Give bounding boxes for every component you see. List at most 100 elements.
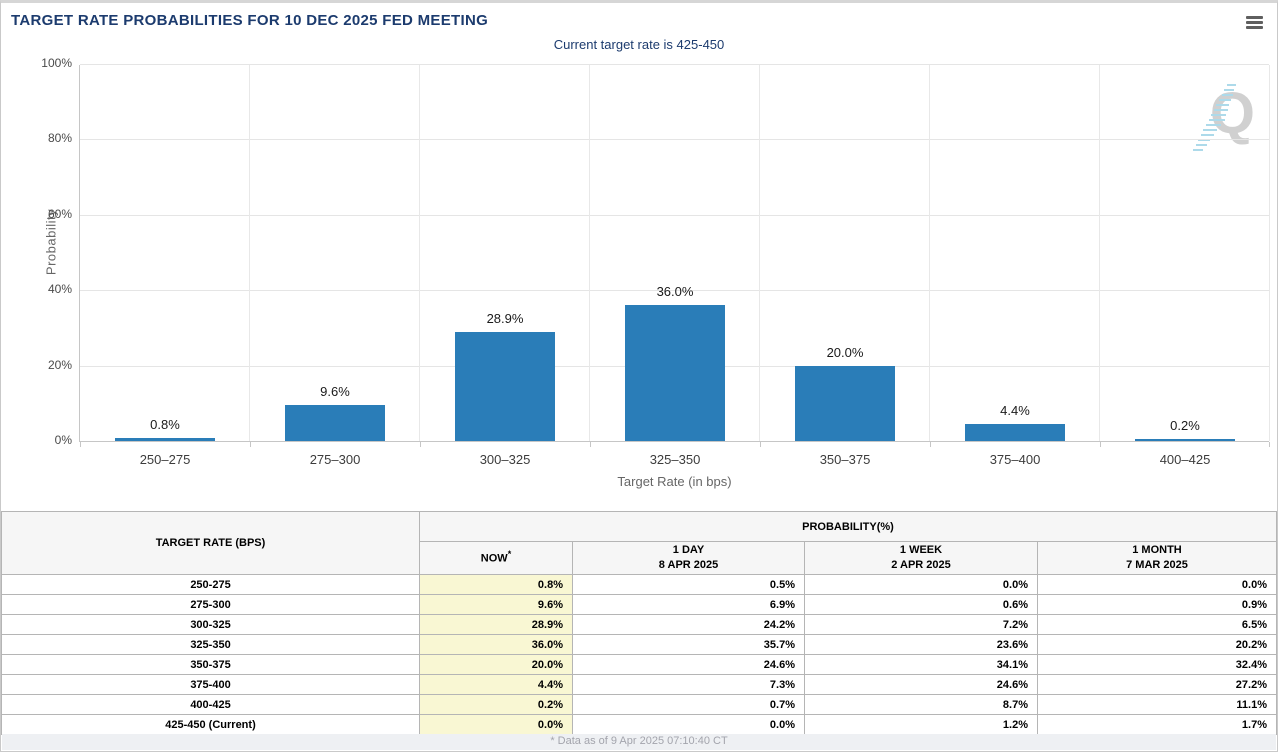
chart-bar-350–375[interactable] bbox=[795, 366, 895, 441]
chart-bar-300–325[interactable] bbox=[455, 332, 555, 441]
logo-dash bbox=[1211, 114, 1226, 116]
week1-probability-cell: 24.6% bbox=[805, 675, 1038, 695]
y-axis-tick-label: 60% bbox=[16, 207, 72, 221]
page-title: TARGET RATE PROBABILITIES FOR 10 DEC 202… bbox=[11, 12, 488, 29]
day1-probability-cell: 0.0% bbox=[573, 715, 805, 735]
x-axis-tick bbox=[760, 442, 761, 447]
logo-dash bbox=[1201, 134, 1214, 136]
bar-value-label: 36.0% bbox=[657, 284, 694, 299]
now-probability-cell: 0.8% bbox=[420, 575, 573, 595]
rate-cell: 250-275 bbox=[2, 575, 420, 595]
hamburger-menu-icon[interactable] bbox=[1246, 16, 1263, 31]
probability-table: TARGET RATE (BPS) PROBABILITY(%) NOW* 1 … bbox=[1, 511, 1277, 735]
asterisk-note-marker: * bbox=[508, 549, 512, 559]
month1-probability-cell: 32.4% bbox=[1038, 655, 1277, 675]
x-axis-tick bbox=[1269, 442, 1270, 447]
x-axis-category-label: 300–325 bbox=[480, 452, 531, 467]
month1-probability-cell: 27.2% bbox=[1038, 675, 1277, 695]
plot-area: Probability Target Rate (in bps) Q 0%20%… bbox=[79, 65, 1269, 442]
col-header-1month: 1 MONTH7 MAR 2025 bbox=[1038, 542, 1277, 575]
table-row: 350-37520.0%24.6%34.1%32.4% bbox=[2, 655, 1277, 675]
gridline bbox=[80, 215, 1269, 216]
day1-probability-cell: 0.5% bbox=[573, 575, 805, 595]
rate-cell: 400-425 bbox=[2, 695, 420, 715]
table-row: 425-450 (Current)0.0%0.0%1.2%1.7% bbox=[2, 715, 1277, 735]
bar-value-label: 0.2% bbox=[1170, 418, 1200, 433]
gridline bbox=[929, 65, 930, 441]
day1-probability-cell: 7.3% bbox=[573, 675, 805, 695]
bar-value-label: 0.8% bbox=[150, 417, 180, 432]
logo-dash bbox=[1216, 104, 1229, 106]
chart-bar-400–425[interactable] bbox=[1135, 439, 1235, 441]
x-axis-category-label: 350–375 bbox=[820, 452, 871, 467]
gridline bbox=[759, 65, 760, 441]
month1-probability-cell: 20.2% bbox=[1038, 635, 1277, 655]
x-axis-tick bbox=[930, 442, 931, 447]
logo-dash bbox=[1209, 119, 1225, 121]
week1-probability-cell: 1.2% bbox=[805, 715, 1038, 735]
rate-cell: 325-350 bbox=[2, 635, 420, 655]
data-asof-footer: * Data as of 9 Apr 2025 07:10:40 CT bbox=[2, 734, 1276, 750]
table-row: 325-35036.0%35.7%23.6%20.2% bbox=[2, 635, 1277, 655]
x-axis-tick bbox=[420, 442, 421, 447]
chart-bar-275–300[interactable] bbox=[285, 405, 385, 441]
table-row: 375-4004.4%7.3%24.6%27.2% bbox=[2, 675, 1277, 695]
day1-probability-cell: 0.7% bbox=[573, 695, 805, 715]
bar-value-label: 4.4% bbox=[1000, 403, 1030, 418]
now-probability-cell: 20.0% bbox=[420, 655, 573, 675]
x-axis-tick bbox=[80, 442, 81, 447]
x-axis-category-label: 275–300 bbox=[310, 452, 361, 467]
month1-probability-cell: 0.9% bbox=[1038, 595, 1277, 615]
logo-dash bbox=[1196, 144, 1207, 146]
col-header-1day: 1 DAY8 APR 2025 bbox=[573, 542, 805, 575]
col-header-probability-group: PROBABILITY(%) bbox=[420, 512, 1277, 542]
probability-bar-chart: Probability Target Rate (in bps) Q 0%20%… bbox=[1, 57, 1277, 507]
logo-dash bbox=[1224, 89, 1234, 91]
now-probability-cell: 4.4% bbox=[420, 675, 573, 695]
day1-probability-cell: 35.7% bbox=[573, 635, 805, 655]
now-probability-cell: 0.2% bbox=[420, 695, 573, 715]
month1-probability-cell: 1.7% bbox=[1038, 715, 1277, 735]
x-axis-category-label: 325–350 bbox=[650, 452, 701, 467]
chart-bar-375–400[interactable] bbox=[965, 424, 1065, 441]
x-axis-tick bbox=[1100, 442, 1101, 447]
y-axis-tick-label: 80% bbox=[16, 131, 72, 145]
week1-probability-cell: 0.6% bbox=[805, 595, 1038, 615]
x-axis-tick bbox=[250, 442, 251, 447]
y-axis-tick-label: 100% bbox=[16, 56, 72, 70]
logo-dash bbox=[1214, 109, 1228, 111]
logo-dash bbox=[1193, 149, 1203, 151]
table-row: 400-4250.2%0.7%8.7%11.1% bbox=[2, 695, 1277, 715]
y-axis-tick-label: 20% bbox=[16, 358, 72, 372]
quikstrike-logo-icon: Q bbox=[1193, 73, 1255, 155]
now-probability-cell: 0.0% bbox=[420, 715, 573, 735]
day1-probability-cell: 24.6% bbox=[573, 655, 805, 675]
now-probability-cell: 9.6% bbox=[420, 595, 573, 615]
month1-probability-cell: 6.5% bbox=[1038, 615, 1277, 635]
day1-probability-cell: 24.2% bbox=[573, 615, 805, 635]
gridline bbox=[1269, 65, 1270, 441]
col-header-now: NOW* bbox=[420, 542, 573, 575]
week1-probability-cell: 34.1% bbox=[805, 655, 1038, 675]
bar-value-label: 28.9% bbox=[487, 311, 524, 326]
x-axis-title: Target Rate (in bps) bbox=[617, 474, 731, 489]
y-axis-tick-label: 40% bbox=[16, 282, 72, 296]
gridline bbox=[80, 139, 1269, 140]
rate-cell: 300-325 bbox=[2, 615, 420, 635]
bar-value-label: 9.6% bbox=[320, 384, 350, 399]
week1-probability-cell: 8.7% bbox=[805, 695, 1038, 715]
col-header-target-rate: TARGET RATE (BPS) bbox=[2, 512, 420, 575]
y-axis-tick-label: 0% bbox=[16, 433, 72, 447]
bar-value-label: 20.0% bbox=[827, 345, 864, 360]
gridline bbox=[80, 64, 1269, 65]
gridline bbox=[1099, 65, 1100, 441]
gridline bbox=[589, 65, 590, 441]
chart-bar-325–350[interactable] bbox=[625, 305, 725, 441]
chart-bar-250–275[interactable] bbox=[115, 438, 215, 441]
table-row: 250-2750.8%0.5%0.0%0.0% bbox=[2, 575, 1277, 595]
now-probability-cell: 28.9% bbox=[420, 615, 573, 635]
rate-cell: 275-300 bbox=[2, 595, 420, 615]
logo-dash bbox=[1219, 99, 1231, 101]
rate-cell: 375-400 bbox=[2, 675, 420, 695]
col-header-1week: 1 WEEK2 APR 2025 bbox=[805, 542, 1038, 575]
